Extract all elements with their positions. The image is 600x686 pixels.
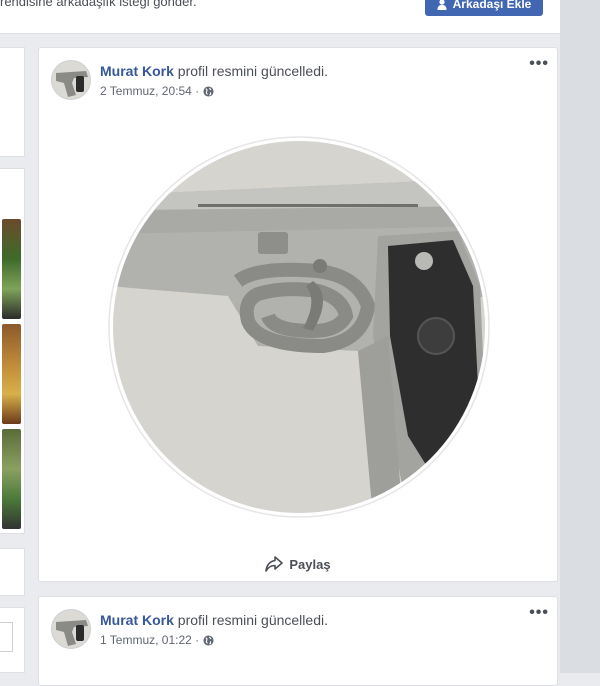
share-arrow-icon xyxy=(265,556,284,572)
share-button[interactable]: Paylaş xyxy=(39,552,557,576)
more-options-icon[interactable]: ••• xyxy=(529,56,549,72)
avatar[interactable] xyxy=(51,609,91,649)
avatar[interactable] xyxy=(51,60,91,100)
post-header: Murat Kork profil resmini güncelledi. xyxy=(100,63,328,79)
author-link[interactable]: Murat Kork xyxy=(100,612,174,628)
left-card xyxy=(0,607,25,673)
post-action-text: profil resmini güncelledi. xyxy=(177,63,328,79)
left-card xyxy=(0,548,25,596)
share-label: Paylaş xyxy=(289,556,331,572)
person-add-icon xyxy=(437,0,447,10)
post-card: Murat Kork profil resmini güncelledi. 2 … xyxy=(38,47,558,582)
post-timestamp[interactable]: 1 Temmuz, 01:22 · xyxy=(100,633,199,647)
photo-thumbnail[interactable] xyxy=(2,429,21,529)
photo-thumbnail[interactable] xyxy=(2,219,21,319)
post-meta: 1 Temmuz, 01:22 · xyxy=(100,633,214,647)
post-meta: 2 Temmuz, 20:54 · xyxy=(100,84,214,98)
globe-icon[interactable] xyxy=(203,85,214,97)
photo-thumbnail[interactable] xyxy=(2,324,21,424)
photos-card xyxy=(0,168,25,534)
more-options-icon[interactable]: ••• xyxy=(529,605,549,621)
left-input-field[interactable] xyxy=(0,622,13,652)
globe-icon[interactable] xyxy=(203,634,214,646)
add-friend-button[interactable]: Arkadaşı Ekle xyxy=(425,0,543,16)
left-card xyxy=(0,47,25,157)
post-timestamp[interactable]: 2 Temmuz, 20:54 · xyxy=(100,84,199,98)
profile-photo[interactable] xyxy=(108,136,490,518)
post-header: Murat Kork profil resmini güncelledi. xyxy=(100,612,328,628)
top-strip: rendisine arkadaşlık isteği gönder. Arka… xyxy=(0,0,560,34)
add-friend-label: Arkadaşı Ekle xyxy=(452,0,532,11)
post-action-text: profil resmini güncelledi. xyxy=(177,612,328,628)
author-link[interactable]: Murat Kork xyxy=(100,63,174,79)
right-gutter xyxy=(560,0,600,673)
friend-request-text: rendisine arkadaşlık isteği gönder. xyxy=(0,0,197,9)
